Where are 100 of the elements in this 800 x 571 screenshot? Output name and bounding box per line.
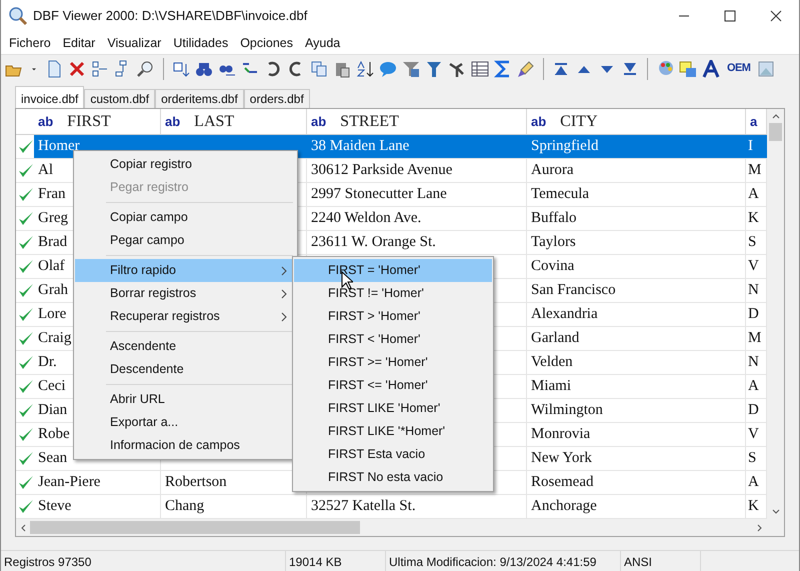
checkmark-icon [18,426,34,442]
filter-icon[interactable] [402,60,420,78]
table-cell: New York [527,447,746,470]
menu-bar-item[interactable]: Editar [56,34,102,52]
table-cell: San Francisco [527,279,746,302]
table-cell: I [746,135,767,158]
table-cell: Anchorage [527,495,746,518]
table-cell: Steve [34,495,161,518]
speech-bubble-icon[interactable] [379,60,397,78]
type-label: ab [38,112,54,131]
menu-item[interactable]: FIRST < 'Homer' [294,328,492,351]
scroll-thumb[interactable] [30,521,360,534]
arrow-down-icon[interactable] [172,60,190,78]
column-name: FIRST [67,112,111,132]
menu-item[interactable]: FIRST LIKE '*Homer' [294,420,492,443]
table-cell: Springfield [527,135,746,158]
checkmark-icon [18,258,34,274]
table-cell: Covina [527,255,746,278]
type-label: ab [311,112,326,131]
menu-item[interactable]: FIRST >= 'Homer' [294,351,492,374]
menu-bar-item[interactable]: Utilidades [167,34,234,52]
table-cell: Temecula [527,183,746,206]
table-cell: 2240 Weldon Ave. [307,207,527,230]
menu-item[interactable]: FIRST != 'Homer' [294,282,492,305]
colors-icon[interactable] [679,60,697,78]
menu-item[interactable]: FIRST > 'Homer' [294,305,492,328]
oem-button[interactable]: OEM [725,60,752,77]
menu-item[interactable]: FIRST = 'Homer' [294,259,492,282]
checkmark-icon [18,138,34,154]
column-name: STREET [340,112,399,132]
table-cell: Taylors [527,231,746,254]
type-label: a [750,112,758,131]
sigma-icon[interactable] [494,60,512,78]
brush-icon[interactable] [517,60,535,78]
picture-frame-icon[interactable] [757,60,776,78]
menu-bar-item[interactable]: Opciones [234,34,300,52]
table-cell: Buffalo [527,207,746,230]
table-cell: Garland [527,327,746,350]
checkmark-icon [18,210,34,226]
column-header[interactable]: ab STREET [307,109,527,134]
checkmark-icon [18,474,34,490]
checkmark-icon [18,282,34,298]
status-bar-panel: Registros 97350 [1,551,286,571]
column-header[interactable]: ab FIRST [34,109,161,134]
scroll-thumb[interactable] [769,123,782,141]
table-cell: 32527 Katella St. [307,495,527,518]
split-icon[interactable] [91,60,109,78]
status-bar-panel: 19014 KB [286,551,386,571]
palette-icon[interactable] [656,60,674,78]
table-cell: Jean-Piere [34,471,161,494]
status-bar-panel: Ultima Modificacion: 9/13/2024 4:41:59 [386,551,621,571]
column-name: CITY [560,112,598,132]
status-bar-panel: ANSI [621,551,701,571]
table-cell: Wilmington [527,399,746,422]
type-label: ab [165,112,180,131]
menu-bar-item[interactable]: Visualizar [101,34,168,52]
table-cell: Monrovia [527,423,746,446]
grid-icon[interactable] [471,60,489,78]
type-label: ab [531,112,546,131]
vertical-scrollbar[interactable] [767,109,784,519]
font-icon[interactable] [702,60,720,78]
checkmark-icon [18,330,34,346]
copy-icon[interactable] [310,60,328,78]
menu-item[interactable]: FIRST LIKE 'Homer' [294,397,492,420]
magnifier-icon[interactable] [137,60,155,78]
column-name: LAST [194,112,234,132]
tab[interactable]: invoice.dbf [15,86,84,108]
table-cell: Miami [527,375,746,398]
menu-bar-item[interactable]: Ayuda [299,34,346,52]
menu-bar-item[interactable]: Fichero [3,34,57,52]
tab[interactable]: orderitems.dbf [155,89,244,108]
menu-item[interactable]: FIRST <= 'Homer' [294,374,492,397]
checkmark-icon [18,498,34,514]
checkmark-icon [18,402,34,418]
table-cell: Rosemead [527,471,746,494]
column-header[interactable]: ab LAST [161,109,307,134]
checkmark-icon [18,378,34,394]
table-cell: 2997 Stonecutter Lane [307,183,527,206]
column-header[interactable]: ab CITY [527,109,746,134]
checkmark-icon [18,450,34,466]
checkmark-icon [18,234,34,250]
horizontal-scrollbar[interactable] [16,519,784,536]
tab[interactable]: custom.dbf [84,89,156,108]
table-cell: Aurora [527,159,746,182]
table-cell: Alexandria [527,303,746,326]
tab[interactable]: orders.dbf [244,89,310,108]
table-cell: Chang [161,495,307,518]
table-cell: 38 Maiden Lane [307,135,527,158]
sort-icon[interactable] [356,60,374,78]
delete-icon[interactable] [68,60,86,78]
table-cell: Velden [527,351,746,374]
funnel-icon[interactable] [425,60,443,78]
window-title: DBF Viewer 2000: D:\VSHARE\DBF\invoice.dbf [33,7,308,26]
app-icon [8,6,28,26]
table-cell: 23611 W. Orange St. [307,231,527,254]
checkmark-icon [18,306,34,322]
checkmark-icon [18,354,34,370]
menu-item[interactable]: FIRST Esta vacio [294,443,492,466]
checkmark-icon [18,162,34,178]
checkmark-icon [18,186,34,202]
